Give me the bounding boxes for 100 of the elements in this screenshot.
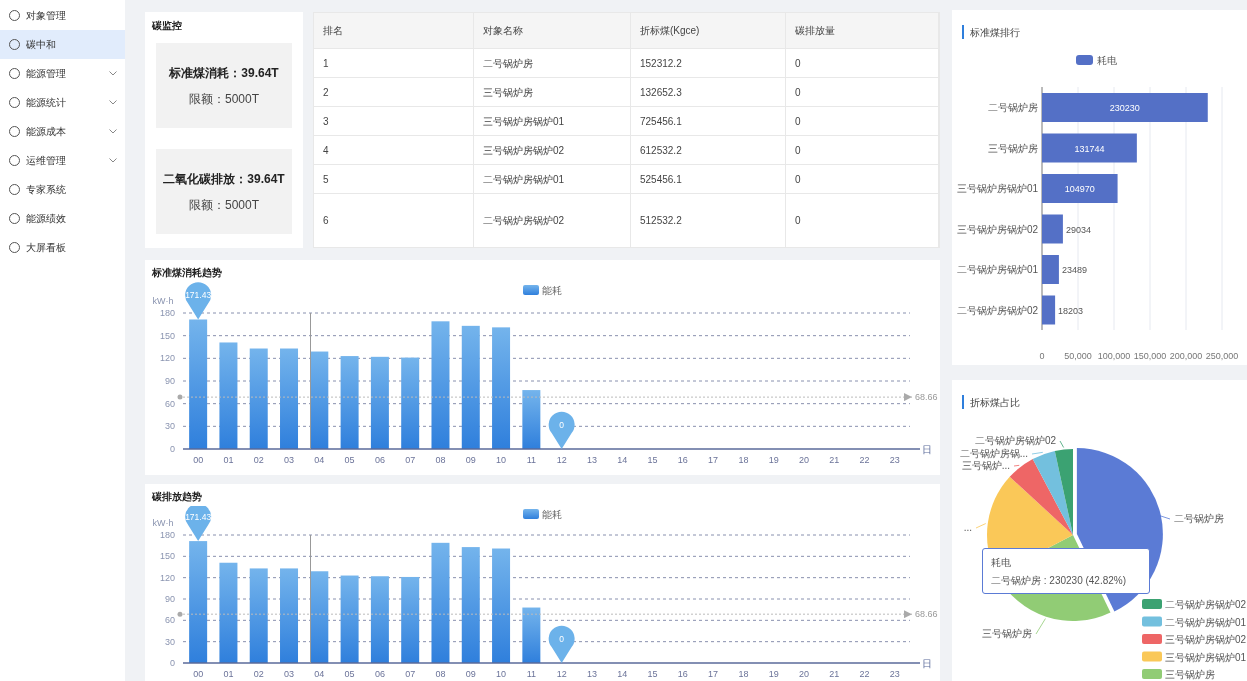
line-start-dot [177, 394, 183, 400]
tick-label: 60 [165, 398, 175, 409]
tick-label: 0 [170, 658, 175, 668]
legend-item[interactable]: 能耗 [523, 285, 562, 296]
tick-label: 11 [526, 669, 537, 679]
sidebar-item[interactable]: 专家系统 [0, 175, 125, 204]
tick-label: 17 [708, 455, 719, 465]
title-accent-bar [962, 25, 964, 39]
tick-label: 150,000 [1133, 351, 1167, 361]
legend-item[interactable]: 三号锅炉房锅炉02 [1142, 634, 1247, 645]
menu-label: 碳中和 [26, 38, 57, 52]
sidebar-item[interactable]: 能源绩效 [0, 204, 125, 233]
tick-label: 02 [253, 455, 264, 465]
tick-label: 50,000 [1064, 351, 1092, 361]
tick-label: 14 [617, 455, 628, 465]
tick-label: 16 [677, 455, 688, 465]
legend-item[interactable]: 三号锅炉房锅炉01 [1142, 651, 1247, 663]
bar [522, 607, 541, 663]
table-cell: 三号锅炉房 [474, 78, 631, 106]
tick-label: 13 [586, 455, 597, 465]
tick-label: 21 [829, 455, 840, 465]
bar-value-label: 18203 [1058, 305, 1084, 316]
card-title: 标准煤排行 [970, 27, 1020, 38]
leader-line [1158, 514, 1171, 520]
table-cell: 152312.2 [631, 49, 786, 77]
legend-item[interactable]: 耗电 [1076, 55, 1117, 66]
bar-value-label: 29034 [1065, 224, 1091, 235]
category-label: 三号锅炉房锅炉01 [956, 183, 1038, 194]
tick-label: 07 [405, 455, 416, 465]
annotation: 171.43 [185, 512, 212, 523]
quota-text: 限额：5000T [189, 196, 259, 214]
line-start-dot [177, 611, 183, 617]
tick-label: 120 [159, 353, 175, 364]
category-label: 二号锅炉房 [988, 102, 1038, 113]
category-label: 三号锅炉房锅炉02 [956, 223, 1038, 235]
sidebar-item[interactable]: 能源管理 [0, 59, 125, 88]
title-accent-bar [962, 395, 964, 409]
tick-label: 11 [526, 455, 537, 465]
table-cell: 0 [786, 49, 939, 77]
legend-item[interactable]: 三号锅炉房 [1142, 669, 1215, 680]
legend-label: 能耗 [542, 285, 562, 296]
table-cell: 1 [314, 49, 474, 77]
bar [522, 390, 541, 449]
table-cell: 5 [314, 165, 474, 193]
menu-label: 能源绩效 [26, 212, 67, 226]
tick-label: 19 [768, 455, 779, 465]
tick-label: 05 [344, 669, 355, 679]
table-cell: 0 [786, 107, 939, 135]
tick-label: 22 [859, 669, 870, 679]
bar [1042, 295, 1056, 325]
tick-label: 90 [165, 376, 175, 386]
tick-label: 00 [193, 669, 204, 679]
sidebar-item[interactable]: 大屏看板 [0, 233, 125, 262]
tick-label: 22 [859, 455, 870, 465]
menu-label: 大屏看板 [26, 241, 67, 255]
table-cell: 612532.2 [631, 136, 786, 164]
tick-label: 13 [586, 669, 597, 679]
sidebar-item[interactable]: 能源成本 [0, 117, 125, 146]
axis-name: 日 [922, 658, 932, 669]
sidebar-item[interactable]: 对象管理 [0, 1, 125, 30]
slice-label: 三号锅炉... [961, 460, 1010, 471]
card-title: 标准煤消耗趋势 [152, 266, 223, 280]
menu-label: 能源统计 [26, 96, 67, 110]
annotation: 171.43 [185, 290, 212, 301]
tick-label: 180 [159, 308, 175, 318]
column-header: 对象名称 [474, 13, 631, 48]
axis-name: 日 [922, 444, 932, 455]
leader-line [1059, 440, 1065, 448]
legend-item[interactable]: 二号锅炉房锅炉01 [1142, 616, 1247, 628]
axis-unit: kW·h [152, 518, 174, 528]
legend-item[interactable]: 能耗 [523, 509, 562, 520]
tooltip-title: 耗电 [991, 555, 1012, 570]
sidebar-item[interactable]: 运维管理 [0, 146, 125, 175]
value-pin: 0 [548, 411, 575, 449]
table-cell: 0 [786, 165, 939, 193]
tick-label: 200,000 [1169, 351, 1203, 361]
tick-label: 15 [647, 669, 658, 679]
tick-label: 08 [435, 455, 446, 465]
tick-label: 15 [647, 455, 658, 465]
bar-value-label: 131744 [1074, 143, 1105, 154]
legend-item[interactable]: 二号锅炉房锅炉02 [1142, 599, 1247, 610]
tick-label: 08 [435, 669, 446, 679]
bar-value-label: 23489 [1061, 265, 1087, 275]
sidebar-item[interactable]: 能源统计 [0, 88, 125, 117]
slice-label: 三号锅炉房 [982, 628, 1032, 639]
tick-label: 23 [889, 455, 900, 465]
category-label: 二号锅炉房锅炉01 [956, 264, 1038, 275]
annotation: 0 [559, 634, 565, 644]
menu-label: 能源管理 [26, 67, 67, 81]
tick-label: 180 [159, 530, 175, 540]
table-cell: 2 [314, 78, 474, 106]
table-cell: 725456.1 [631, 107, 786, 135]
column-header: 排名 [314, 13, 474, 48]
tick-label: 20 [798, 669, 809, 679]
leader-line [1013, 464, 1020, 467]
sidebar-item[interactable]: 碳中和 [0, 30, 125, 59]
tick-label: 150 [159, 330, 175, 341]
menu-label: 专家系统 [26, 183, 67, 197]
tick-label: 12 [556, 669, 567, 679]
tick-label: 60 [165, 615, 175, 626]
